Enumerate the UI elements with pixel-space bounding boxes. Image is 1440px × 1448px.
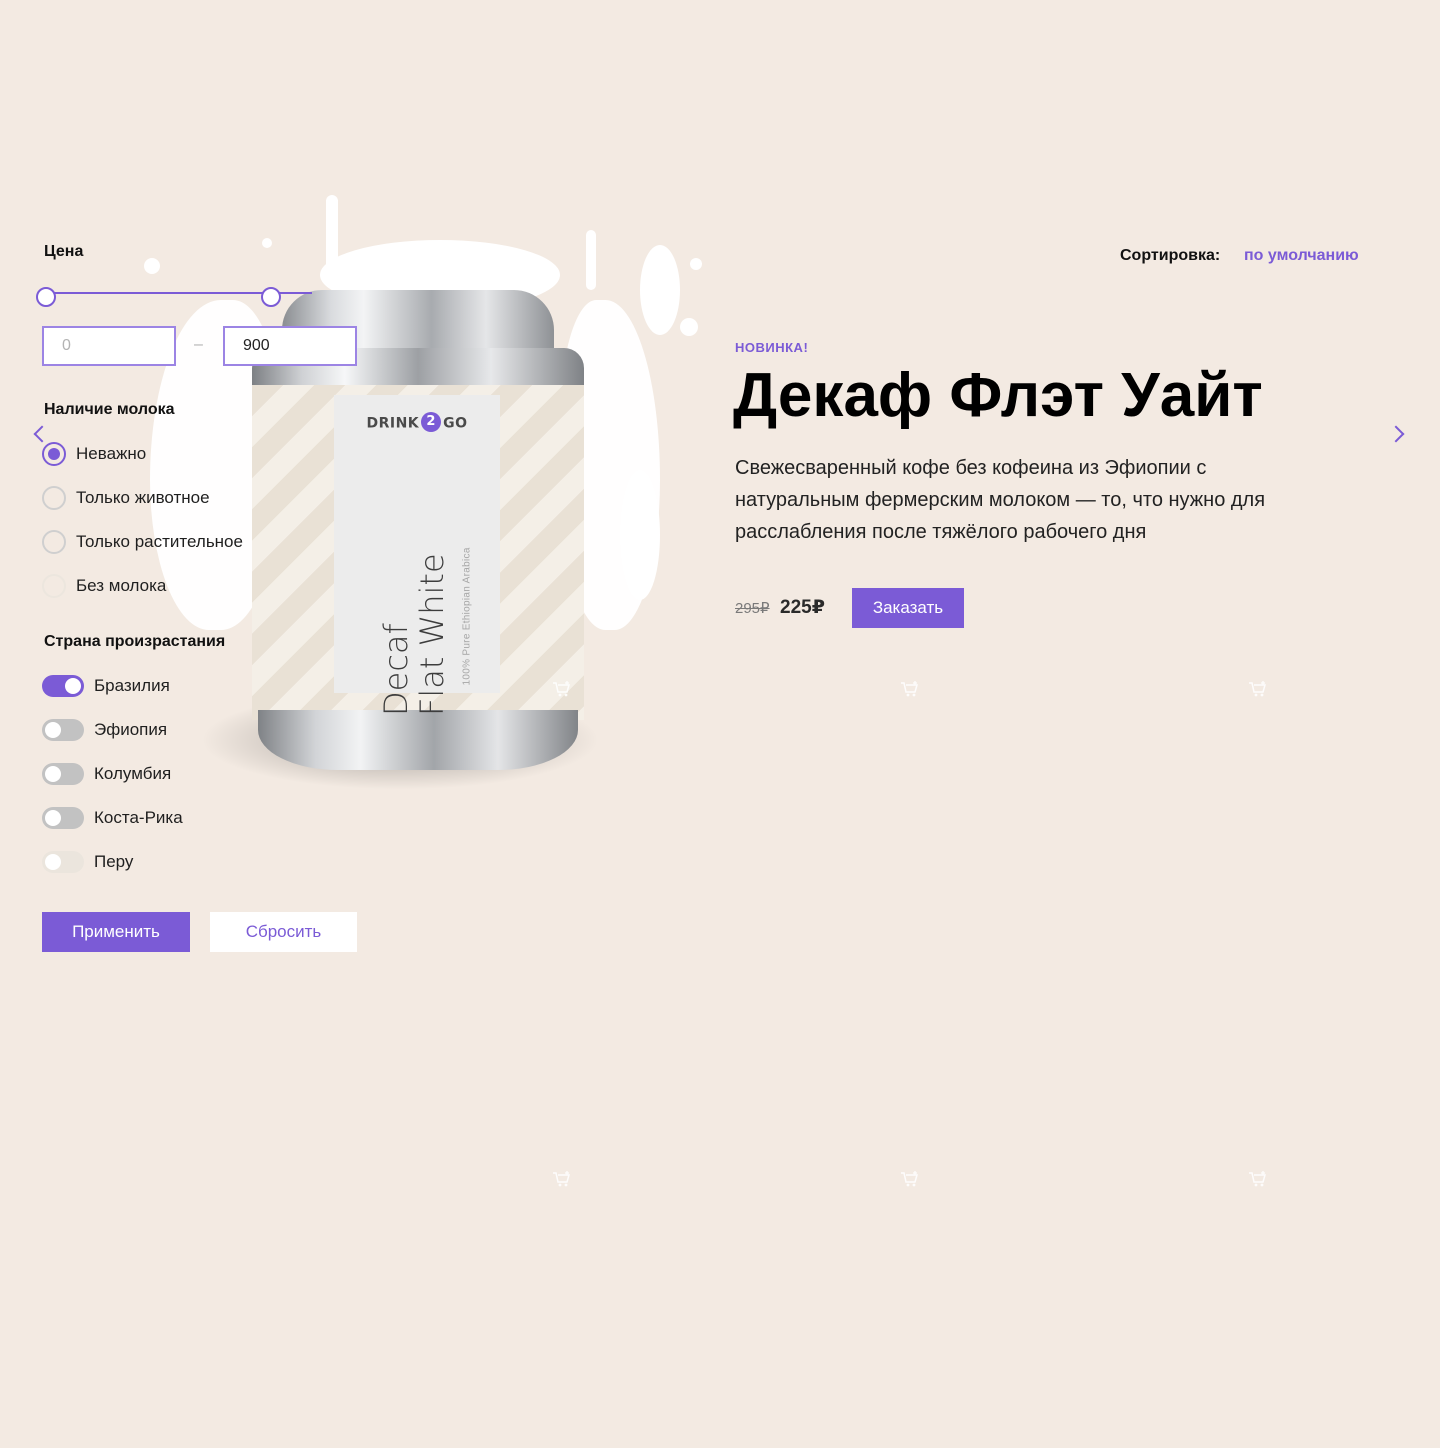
product-description: Свежесваренный кофе без кофеина из Эфиоп… xyxy=(735,457,1266,543)
order-button[interactable]: Заказать xyxy=(852,588,964,628)
add-to-cart-icon[interactable] xyxy=(1248,680,1268,698)
toggle-switch-off[interactable] xyxy=(42,807,84,829)
country-toggle-brazil[interactable]: Бразилия xyxy=(42,674,170,698)
country-label: Бразилия xyxy=(94,676,170,695)
milk-option-none: Без молока xyxy=(42,574,166,598)
can-product-name: Decaf Flat White xyxy=(377,553,451,716)
country-toggle-colombia[interactable]: Колумбия xyxy=(42,762,171,786)
toggle-switch-disabled xyxy=(42,851,84,873)
price-range-separator: – xyxy=(194,336,203,353)
brand-logo-mark: 2 xyxy=(421,412,442,432)
can-subtitle: 100% Pure Ethiopian Arabica xyxy=(461,547,473,686)
milk-option-animal[interactable]: Только животное xyxy=(42,486,210,510)
old-price: 295₽ xyxy=(735,600,770,617)
country-toggle-ethiopia[interactable]: Эфиопия xyxy=(42,718,167,742)
add-to-cart-icon[interactable] xyxy=(900,1170,920,1188)
add-to-cart-icon[interactable] xyxy=(552,680,572,698)
toggle-switch-on[interactable] xyxy=(42,675,84,697)
country-label: Коста-Рика xyxy=(94,808,183,827)
price-filter-title: Цена xyxy=(44,243,84,260)
sort-label: Сортировка: xyxy=(1120,247,1221,264)
radio-unchecked[interactable] xyxy=(42,530,66,554)
milk-filter-title: Наличие молока xyxy=(44,401,175,418)
sort-select[interactable]: по умолчанию xyxy=(1244,247,1359,265)
milk-option-label: Без молока xyxy=(76,576,167,595)
milk-option-plant[interactable]: Только растительное xyxy=(42,530,243,554)
add-to-cart-icon[interactable] xyxy=(552,1170,572,1188)
country-label: Эфиопия xyxy=(94,720,168,739)
add-to-cart-icon[interactable] xyxy=(900,680,920,698)
country-label: Перу xyxy=(94,852,134,871)
product-title: Декаф Флэт Уайт xyxy=(733,361,1263,430)
toggle-switch-off[interactable] xyxy=(42,763,84,785)
can-label: DRINK 2 GO Decaf Flat White 100% Pure Ethi… xyxy=(334,395,500,716)
country-label: Колумбия xyxy=(94,764,172,783)
new-badge: НОВИНКА! xyxy=(735,340,809,355)
country-toggle-peru: Перу xyxy=(42,850,133,874)
radio-checked[interactable] xyxy=(42,442,66,466)
add-to-cart-icon[interactable] xyxy=(1248,1170,1268,1188)
apply-filters-button[interactable]: Применить xyxy=(42,912,190,952)
chevron-right-icon[interactable] xyxy=(1387,425,1405,443)
radio-disabled xyxy=(42,574,66,598)
country-toggle-costa-rica[interactable]: Коста-Рика xyxy=(42,806,183,830)
brand-logo: DRINK 2 GO xyxy=(366,412,468,432)
radio-unchecked[interactable] xyxy=(42,486,66,510)
country-filter-title: Страна произрастания xyxy=(44,633,226,650)
price-max-input[interactable] xyxy=(223,326,357,366)
reset-filters-button[interactable]: Сбросить xyxy=(210,912,357,952)
price-min-input[interactable] xyxy=(42,326,176,366)
milk-option-label: Только растительное xyxy=(76,532,243,551)
milk-option-any[interactable]: Неважно xyxy=(42,442,146,466)
price-min-thumb[interactable] xyxy=(36,287,56,307)
current-price: 225₽ xyxy=(780,597,825,618)
toggle-switch-off[interactable] xyxy=(42,719,84,741)
chevron-left-icon[interactable] xyxy=(33,425,51,443)
milk-option-label: Только животное xyxy=(76,488,210,507)
price-max-thumb[interactable] xyxy=(261,287,281,307)
milk-option-label: Неважно xyxy=(76,444,147,463)
